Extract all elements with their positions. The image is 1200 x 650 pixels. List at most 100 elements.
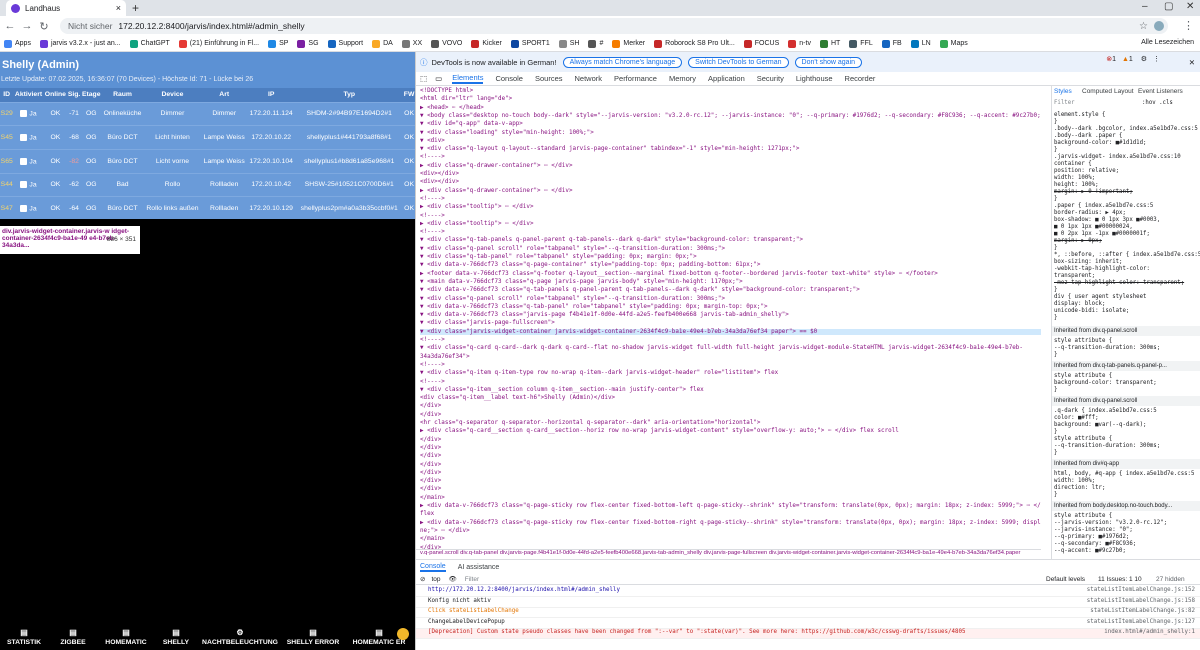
dom-node-line[interactable]: ▼ <body class="desktop no-touch body--da… [420,113,1041,119]
dom-node-line[interactable]: <!----> [420,154,445,160]
console-message-source[interactable]: stateListItemLabelChange.js:152 [1087,587,1195,593]
dom-node-line[interactable]: <!----> [420,213,445,219]
bookmark-item[interactable]: SH [558,39,579,48]
dom-node-line[interactable]: <!----> [420,362,445,368]
browser-tab[interactable]: Landhaus × [6,0,126,16]
dom-node-line[interactable]: 34a3da76ef34"> [420,354,470,360]
dom-node-line[interactable]: ▶ <div class="q-card__section q-card__se… [420,428,899,434]
dom-node-line[interactable]: ▼ <main data-v-766dcf73 class="q-page ja… [420,279,743,285]
devtools-tab-elements[interactable]: Elements [452,73,484,84]
devtools-tab-application[interactable]: Application [708,74,745,83]
more-icon[interactable]: ⋮ [1153,56,1160,63]
device-toggle-icon[interactable]: ▭ [435,74,442,83]
dom-node-line[interactable]: </main> [420,536,445,542]
bookmark-item[interactable]: Merker [612,39,645,48]
dom-node-line[interactable]: </div> [420,462,441,468]
always-match-button[interactable]: Always match Chrome's language [562,56,683,68]
devtools-tab-recorder[interactable]: Recorder [845,74,876,83]
console-message-source[interactable]: stateListItemLabelChange.js:158 [1087,598,1195,604]
dom-node-line[interactable]: ▼ <div class="q-item q-item-type row no-… [420,370,778,376]
dom-node-line[interactable]: ▼ <div class="q-card q-card--dark q-dark… [420,345,1023,351]
browser-menu-icon[interactable]: ⋮ [1183,19,1194,32]
dom-node-line[interactable]: <!----> [420,379,445,385]
devtools-tab-console[interactable]: Console [495,74,523,83]
bookmark-item[interactable]: XX [401,39,422,48]
active-checkbox[interactable] [20,157,28,165]
dom-node-line[interactable]: ▼ <div class="loading" style="min-height… [420,130,594,136]
bookmark-item[interactable]: Apps [4,39,31,48]
console-message-source[interactable]: stateListItemLabelChange.js:82 [1090,608,1195,614]
not-secure-label[interactable]: Nicht sicher [68,21,112,31]
dom-node-line[interactable]: <!----> [420,229,445,235]
table-row[interactable]: S45 Ja OK -68 OG Büro DCT Licht hinten Lampe We… [0,125,415,150]
bookmark-item[interactable]: SPORT1 [510,39,550,48]
console-message-source[interactable]: stateListItemLabelChange.js:127 [1087,619,1195,625]
settings-icon[interactable]: ⚙ [1141,56,1147,63]
devtools-tab-network[interactable]: Network [575,74,603,83]
dom-node-line[interactable]: ▼ <div class="q-panel scroll" role="tabp… [420,246,725,252]
nav-item-homematic[interactable]: ▤ HOMEMATIC [98,628,154,646]
bookmark-item[interactable]: SG [297,39,319,48]
bookmark-item[interactable]: LN [910,39,931,48]
devtools-tab-security[interactable]: Security [757,74,784,83]
dom-node-line[interactable]: ▼ <div> [420,138,445,144]
forward-icon[interactable]: → [20,20,34,32]
dom-node-line[interactable]: ▼ <div data-v-766dcf73 class="q-tab-pane… [420,287,860,293]
dom-node-line[interactable]: ▼ <div class="q-layout q-layout--standar… [420,146,799,152]
dom-node-line[interactable]: <div></div> [420,171,459,177]
back-icon[interactable]: ← [3,20,17,32]
nav-item-shelly[interactable]: ▤ SHELLY [154,628,198,646]
bookmark-item[interactable]: VOVO [431,39,462,48]
dom-breadcrumb[interactable]: v.q-panel.scroll div.q-tab-panel div.jar… [416,549,1041,559]
dom-node-line[interactable]: ▼ <div data-v-766dcf73 class="q-tab-pane… [420,304,768,310]
bookmark-item[interactable]: FB [881,39,902,48]
dom-node-line[interactable]: <!----> [420,337,445,343]
table-row[interactable]: S47 Ja OK -64 OG Büro DCT Rollo links außen Rol… [0,196,415,219]
nav-item-statistik[interactable]: ▤ STATISTIK [0,628,48,646]
dom-node-line[interactable]: <div></div> [420,179,459,185]
bookmark-item[interactable]: Roborock S8 Pro Ult... [654,39,735,48]
dom-node-line[interactable]: <html dir="ltr" lang="de"> [420,96,512,102]
console-message-source[interactable]: index.html#/admin_shelly:1 [1104,629,1195,635]
table-row[interactable]: S44 Ja OK -62 OG Bad Rollo Rollladen 172.20.10.4… [0,172,415,197]
url-text[interactable]: 172.20.12.2:8400/jarvis/index.html#/admi… [118,21,304,31]
dom-node-line[interactable]: ▼ <div class="jarvis-page-fullscreen"> [420,320,555,326]
dom-node-line[interactable]: ▶ <div data-v-766dcf73 class="q-page-sti… [420,520,1041,526]
dom-node-line[interactable]: <hr class="q-separator q-separator--hori… [420,420,760,426]
dom-node-line[interactable]: <!----> [420,196,445,202]
dom-node-line[interactable]: ▼ <div class="q-tab-panel" role="tabpane… [420,254,697,260]
dom-node-line[interactable]: ▼ <div class="q-item__section column q-i… [420,387,704,393]
styles-tab[interactable]: Layout [1114,88,1134,95]
bookmark-item[interactable]: FFL [849,39,873,48]
dom-node-line[interactable]: ▶ <div class="tooltip"> ⋯ </div> [420,221,534,227]
bookmark-item[interactable]: (21) Einführung in Fl... [178,39,259,48]
bookmark-item[interactable]: SP [268,39,288,48]
console-filter-input[interactable]: Filter [465,576,479,583]
bookmark-item[interactable]: # [588,39,603,48]
bookmark-item[interactable]: Kicker [471,39,502,48]
dom-node-line[interactable]: ▼ <div id="q-app" data-v-app> [420,121,523,127]
dom-node-line[interactable]: </div> [420,470,441,476]
dom-node-line[interactable]: ▼ <div class="q-tab-panels q-panel-paren… [420,237,803,243]
address-bar[interactable]: Nicht sicher 172.20.12.2:8400/jarvis/ind… [60,18,1168,34]
dom-node-line[interactable]: ▶ <div class="tooltip"> ⋯ </div> [420,204,534,210]
dom-node-line[interactable]: ▶ <head> ⋯ </head> [420,105,484,111]
dom-node-line[interactable]: <!DOCTYPE html> [420,88,473,94]
console-tab[interactable]: AI assistance [458,564,500,571]
context-select[interactable]: top [431,576,440,583]
dom-node-line[interactable]: </div> [420,403,441,409]
dom-node-line[interactable]: ▼ <div class="jarvis-widget-container ja… [420,328,1041,335]
dom-node-line[interactable]: </div> [420,453,441,459]
dom-node-line[interactable]: ne;"> ⋯ </div> [420,528,470,534]
dom-node-line[interactable]: </main> [420,495,445,501]
switch-german-button[interactable]: Switch DevTools to German [688,56,789,68]
dom-node-line[interactable]: </div> [420,478,441,484]
console-tab[interactable]: Console [420,563,446,572]
bookmark-item[interactable]: HT [819,39,840,48]
dom-node-line[interactable]: ▼ <div data-v-766dcf73 class="jarvis-pag… [420,312,789,318]
nav-item-shelly-error[interactable]: ▤ SHELLY ERROR [282,628,344,646]
devtools-tab-sources[interactable]: Sources [535,74,563,83]
dom-node-line[interactable]: flex [420,511,434,517]
clear-console-icon[interactable]: ⊘ [420,575,425,583]
inspect-element-icon[interactable]: ⬚ [420,74,427,83]
